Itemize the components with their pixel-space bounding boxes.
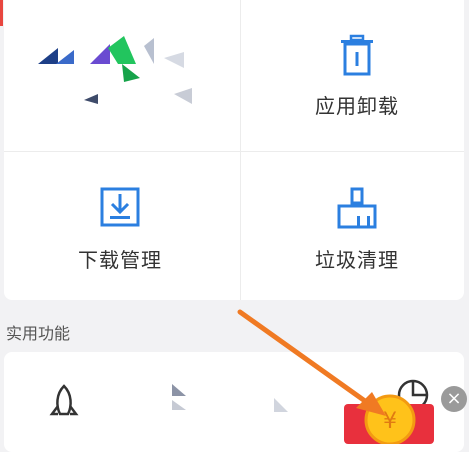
annotation-arrow [237, 309, 386, 416]
